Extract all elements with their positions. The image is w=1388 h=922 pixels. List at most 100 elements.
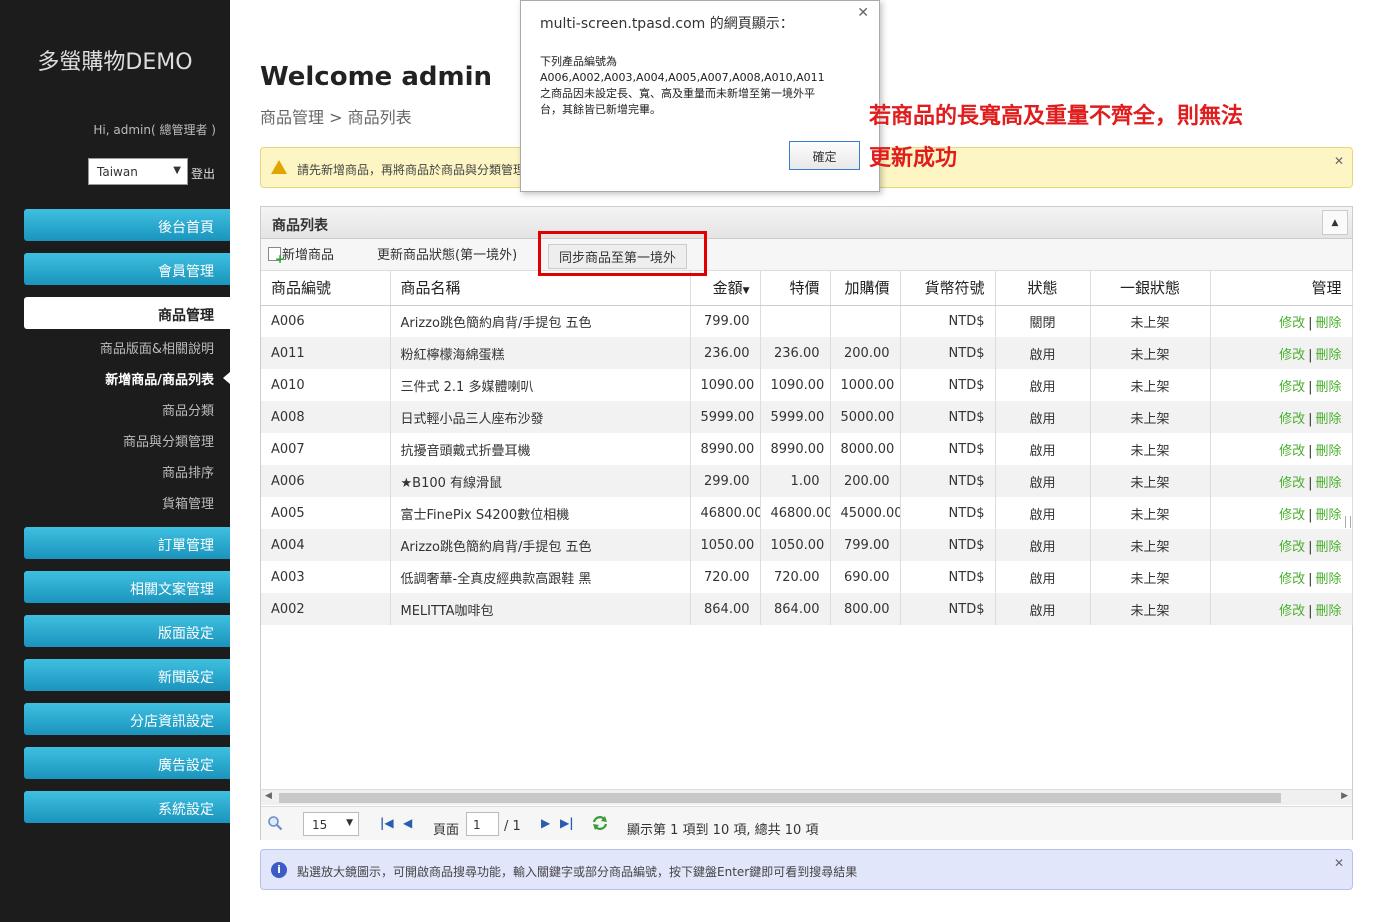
sidebar-sub-product-list[interactable]: 新增商品/商品列表	[105, 369, 214, 388]
table-cell: A006	[261, 305, 391, 337]
close-icon[interactable]: ✕	[1334, 154, 1344, 168]
collapse-up-icon[interactable]: ▲	[1322, 210, 1348, 235]
edit-link[interactable]: 修改	[1279, 444, 1305, 459]
add-product-button[interactable]: 新增商品	[268, 244, 334, 266]
scroll-left-icon[interactable]: ◀	[265, 791, 272, 801]
col-header[interactable]: 狀態	[995, 271, 1091, 306]
language-select[interactable]: Taiwan ▼	[88, 158, 188, 185]
separator: |	[1308, 475, 1313, 491]
actions-cell: 修改 | 刪除	[1210, 305, 1353, 337]
horizontal-scrollbar[interactable]: ◀ ▶	[261, 789, 1352, 805]
nav-members[interactable]: 會員管理	[24, 253, 230, 285]
edit-link[interactable]: 修改	[1279, 572, 1305, 587]
edit-link[interactable]: 修改	[1279, 540, 1305, 555]
col-header[interactable]: 管理	[1210, 271, 1353, 306]
nav-layout[interactable]: 版面設定	[24, 615, 230, 647]
table-cell: 864.00	[760, 593, 831, 625]
highlight-box	[538, 231, 707, 276]
col-header[interactable]: 一銀狀態	[1090, 271, 1211, 306]
table-cell: NTD$	[900, 305, 996, 337]
delete-link[interactable]: 刪除	[1315, 508, 1341, 523]
separator: |	[1308, 443, 1313, 459]
table-row[interactable]: A006 ★B100 有線滑鼠 299.00 1.00 200.00 NTD$ 啟用 未上架修…	[261, 465, 1353, 497]
actions-cell: 修改 | 刪除	[1210, 337, 1353, 369]
delete-link[interactable]: 刪除	[1315, 380, 1341, 395]
prev-page-icon[interactable]: ◀	[403, 816, 412, 830]
next-page-icon[interactable]: ▶	[541, 816, 550, 830]
page-title: Welcome admin	[260, 62, 493, 92]
info-text: 點選放大鏡圖示，可開啟商品搜尋功能，輸入關鍵字或部分商品編號，按下鍵盤Enter…	[297, 865, 858, 879]
edit-link[interactable]: 修改	[1279, 604, 1305, 619]
first-page-icon[interactable]: |◀	[380, 816, 394, 830]
close-icon[interactable]: ✕	[857, 5, 869, 21]
dialog-ok-button[interactable]: 確定	[789, 141, 860, 170]
nav-products[interactable]: 商品管理	[24, 297, 230, 329]
table-row[interactable]: A007 抗擾音頭戴式折疊耳機 8990.00 8990.00 8000.00 NTD$ 啟…	[261, 433, 1353, 465]
edit-link[interactable]: 修改	[1279, 316, 1305, 331]
product-table: 商品編號 商品名稱 金額▼ 特價 加購價 貨幣符號 狀態 一銀狀態 管理 A00…	[261, 271, 1353, 625]
delete-link[interactable]: 刪除	[1315, 572, 1341, 587]
table-row[interactable]: A008 日式輕小品三人座布沙發 5999.00 5999.00 5000.00 NTD$…	[261, 401, 1353, 433]
delete-link[interactable]: 刪除	[1315, 604, 1341, 619]
page-number-value: 1	[473, 818, 481, 832]
table-cell: A006	[261, 465, 391, 497]
nav-orders[interactable]: 訂單管理	[24, 527, 230, 559]
edit-link[interactable]: 修改	[1279, 508, 1305, 523]
edit-link[interactable]: 修改	[1279, 476, 1305, 491]
resize-grip-icon[interactable]	[1345, 516, 1351, 528]
table-cell: NTD$	[900, 433, 996, 465]
table-cell: 799.00	[830, 529, 901, 561]
col-header[interactable]: 加購價	[830, 271, 901, 306]
table-cell: A007	[261, 433, 391, 465]
table-row[interactable]: A011 粉紅檸檬海綿蛋糕 236.00 236.00 200.00 NTD$ 啟用 未上架修…	[261, 337, 1353, 369]
delete-link[interactable]: 刪除	[1315, 348, 1341, 363]
logout-link[interactable]: 登出	[191, 165, 215, 182]
col-header[interactable]: 特價	[760, 271, 831, 306]
update-status-button[interactable]: 更新商品狀態(第一境外)	[377, 244, 517, 263]
table-cell: A005	[261, 497, 391, 529]
nav-home[interactable]: 後台首頁	[24, 209, 230, 241]
delete-link[interactable]: 刪除	[1315, 540, 1341, 555]
table-cell: 45000.00	[830, 497, 901, 529]
table-row[interactable]: A005 富士FinePix S4200數位相機 46800.00 46800.00 4…	[261, 497, 1353, 529]
nav-stores[interactable]: 分店資訊設定	[24, 703, 230, 735]
sidebar-sub-boxes[interactable]: 貨箱管理	[162, 493, 214, 512]
page-number-input[interactable]: 1	[466, 812, 499, 836]
edit-link[interactable]: 修改	[1279, 412, 1305, 427]
table-row[interactable]: A006 Arizzo跳色簡約肩背/手提包 五色 799.00 NTD$ 關閉 未上架 修改…	[261, 305, 1353, 337]
refresh-icon[interactable]	[591, 814, 609, 836]
delete-link[interactable]: 刪除	[1315, 476, 1341, 491]
col-header[interactable]: 商品編號	[261, 271, 391, 306]
separator: |	[1308, 539, 1313, 555]
col-header[interactable]: 商品名稱	[390, 271, 691, 306]
scroll-right-icon[interactable]: ▶	[1341, 791, 1348, 801]
table-row[interactable]: A003 低調奢華-全真皮經典款高跟鞋 黑 720.00 720.00 690.00 NT…	[261, 561, 1353, 593]
magnifier-icon[interactable]	[267, 815, 283, 835]
chevron-down-icon: ▼	[346, 818, 353, 828]
close-icon[interactable]: ✕	[1334, 856, 1344, 870]
sidebar-sub-category-mgmt[interactable]: 商品與分類管理	[123, 431, 214, 450]
delete-link[interactable]: 刪除	[1315, 444, 1341, 459]
sidebar-sub-categories[interactable]: 商品分類	[162, 400, 214, 419]
delete-link[interactable]: 刪除	[1315, 412, 1341, 427]
sidebar-sub-sorting[interactable]: 商品排序	[162, 462, 214, 481]
edit-link[interactable]: 修改	[1279, 348, 1305, 363]
nav-docs[interactable]: 相關文案管理	[24, 571, 230, 603]
nav-system[interactable]: 系統設定	[24, 791, 230, 823]
col-header[interactable]: 貨幣符號	[900, 271, 996, 306]
warning-icon	[271, 160, 287, 174]
edit-link[interactable]: 修改	[1279, 380, 1305, 395]
scroll-thumb[interactable]	[279, 793, 1281, 803]
delete-link[interactable]: 刪除	[1315, 316, 1341, 331]
nav-ads[interactable]: 廣告設定	[24, 747, 230, 779]
col-header-amount[interactable]: 金額▼	[690, 271, 761, 306]
table-cell: 啟用	[995, 593, 1091, 625]
last-page-icon[interactable]: ▶|	[560, 816, 574, 830]
table-row[interactable]: A010 三件式 2.1 多媒體喇叭 1090.00 1090.00 1000.00 NT…	[261, 369, 1353, 401]
table-row[interactable]: A004 Arizzo跳色簡約肩背/手提包 五色 1050.00 1050.00 799…	[261, 529, 1353, 561]
table-row[interactable]: A002 MELITTA咖啡包 864.00 864.00 800.00 NTD$ 啟用 未上…	[261, 593, 1353, 625]
page-size-select[interactable]: 15 ▼	[303, 812, 359, 836]
sidebar-sub-product-layout[interactable]: 商品版面&相關說明	[100, 338, 214, 357]
table-cell: 未上架	[1090, 401, 1211, 433]
nav-news[interactable]: 新聞設定	[24, 659, 230, 691]
